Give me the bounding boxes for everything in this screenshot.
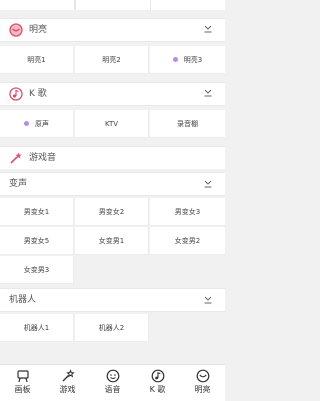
option-bright-2[interactable]: 明亮2 [75, 46, 149, 74]
option-label: 明亮1 [27, 55, 46, 64]
option-label: 男变女1 [23, 207, 50, 216]
tab-label: K 歌 [149, 385, 166, 394]
option-label: 明亮3 [183, 55, 203, 64]
option-studio[interactable]: 录音棚 [150, 110, 225, 138]
option-f2m-2[interactable]: 女变男2 [150, 227, 225, 255]
collapse-chevron-icon[interactable] [203, 88, 213, 98]
game-magic-wand-icon [10, 152, 22, 164]
bright-face-icon [196, 369, 209, 383]
top-partial-row [0, 0, 225, 10]
option-ktv[interactable]: KTV [75, 110, 149, 138]
partial-cell[interactable] [0, 0, 75, 10]
collapse-chevron-icon[interactable] [203, 24, 213, 34]
section-title: 明亮 [29, 25, 48, 35]
option-robot-1[interactable]: 机器人1 [0, 314, 74, 342]
section-header-karaoke[interactable]: K 歌 [0, 82, 225, 106]
collapse-chevron-icon[interactable] [203, 295, 213, 305]
option-label: 男变女3 [174, 207, 201, 216]
collapse-chevron-icon[interactable] [203, 179, 213, 189]
selected-dot [24, 121, 29, 126]
option-m2f-2[interactable]: 男变女2 [75, 198, 149, 226]
option-label: 女变男2 [174, 236, 201, 245]
music-note-icon [9, 87, 23, 101]
option-m2f-3[interactable]: 男变女3 [150, 198, 225, 226]
section-header-bright[interactable]: 明亮 [0, 18, 225, 42]
selected-dot [172, 57, 178, 62]
tab-bright[interactable]: 明亮 [180, 365, 225, 401]
option-bright-1[interactable]: 明亮1 [0, 46, 74, 74]
tab-label: 游戏 [59, 385, 76, 394]
tab-game[interactable]: 游戏 [45, 365, 90, 401]
tab-voice[interactable]: 语音 [90, 365, 135, 401]
option-label: 原声 [35, 119, 49, 128]
option-label: 机器人2 [98, 323, 125, 332]
option-label: 明亮2 [102, 55, 121, 64]
option-m2f-1[interactable]: 男变女1 [0, 198, 74, 226]
partial-cell[interactable] [150, 0, 226, 10]
partial-cell[interactable] [75, 0, 151, 10]
option-label: 录音棚 [177, 119, 198, 128]
option-label: 女变男1 [98, 236, 125, 245]
drawing-board-icon [16, 370, 29, 383]
section-title: 游戏音 [29, 153, 57, 163]
bright-face-icon [9, 23, 23, 37]
section-header-game-voice[interactable]: 游戏音 [0, 146, 225, 169]
option-label: 女变男3 [23, 265, 50, 274]
subsection-voice-change[interactable]: 变声 [0, 172, 225, 196]
tab-karaoke[interactable]: K 歌 [135, 365, 180, 401]
option-original[interactable]: 原声 [0, 110, 74, 138]
game-magic-wand-icon [62, 369, 75, 382]
music-note-icon [151, 369, 164, 383]
tab-label: 明亮 [194, 385, 211, 394]
section-title: K 歌 [29, 89, 47, 99]
smiley-icon [106, 369, 119, 383]
option-f2m-1[interactable]: 女变男1 [75, 227, 149, 255]
tab-label: 语音 [104, 385, 121, 394]
option-f2m-3[interactable]: 女变男3 [0, 256, 74, 284]
subsection-robot[interactable]: 机器人 [0, 288, 225, 312]
tab-drawing-board[interactable]: 画板 [0, 365, 45, 401]
bottom-navigation: 画板 游戏 语音 K 歌 明亮 [0, 364, 225, 401]
option-label: 机器人1 [23, 323, 50, 332]
tab-label: 画板 [14, 385, 31, 394]
subsection-title: 变声 [9, 179, 28, 189]
option-label: 男变女2 [98, 207, 125, 216]
option-bright-3[interactable]: 明亮3 [150, 46, 225, 74]
option-label: 男变女5 [23, 236, 50, 245]
option-label: KTV [104, 119, 119, 128]
option-m2f-5[interactable]: 男变女5 [0, 227, 74, 255]
subsection-title: 机器人 [9, 295, 37, 305]
option-robot-2[interactable]: 机器人2 [75, 314, 149, 342]
